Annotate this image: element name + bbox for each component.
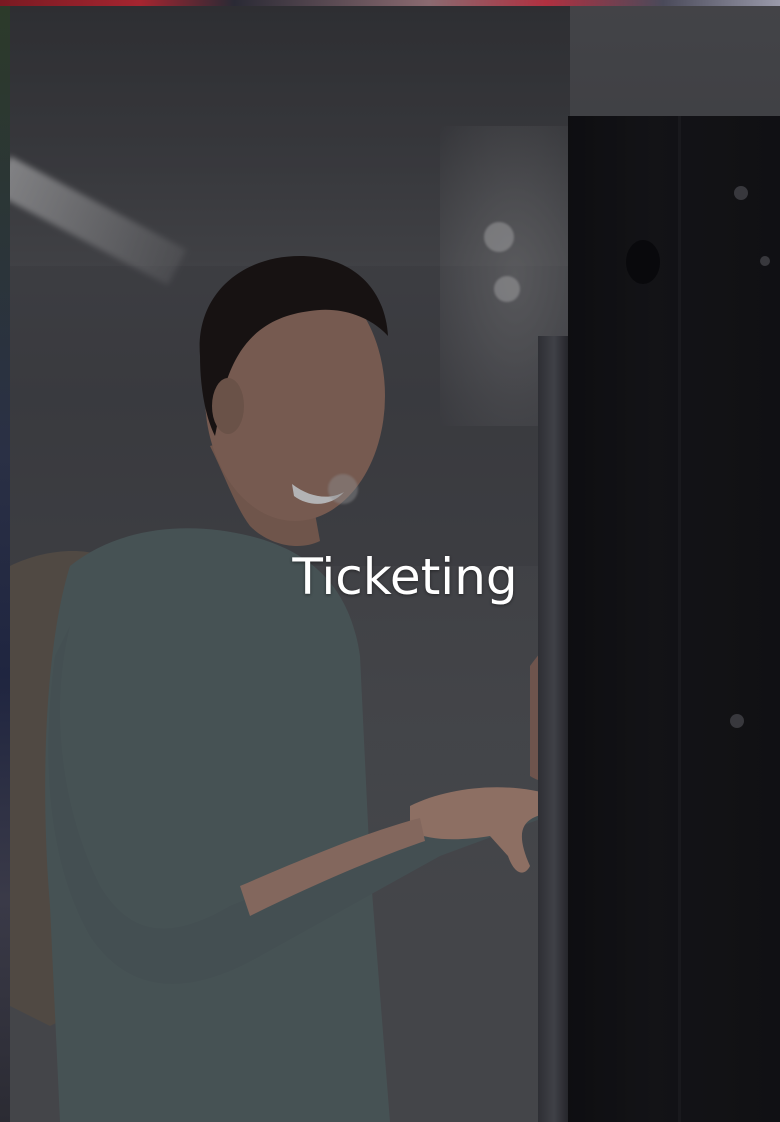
ticketing-card-page: Ticketing	[0, 0, 780, 1122]
card-title: Ticketing	[292, 548, 518, 606]
